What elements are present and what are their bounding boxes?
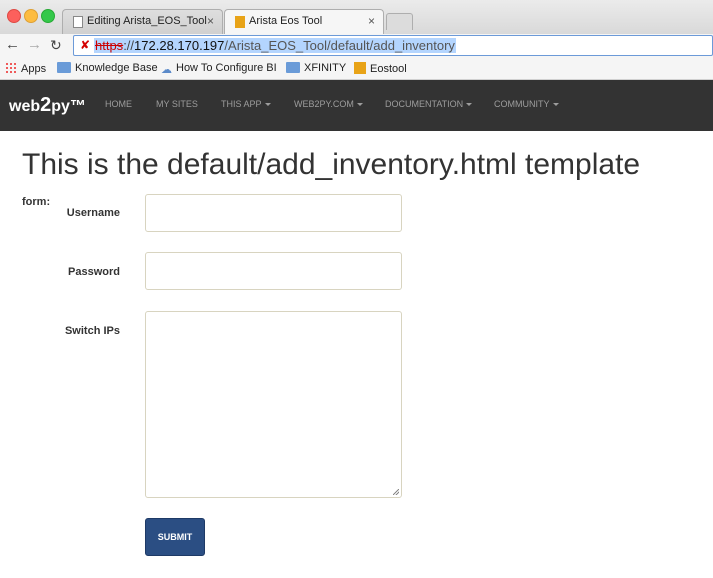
new-tab-button[interactable] bbox=[386, 13, 413, 30]
reload-icon[interactable]: ↻ bbox=[50, 37, 62, 54]
submit-button[interactable]: SUBMIT bbox=[145, 518, 205, 556]
nav-web2py-com[interactable]: WEB2PY.COM bbox=[294, 99, 363, 109]
tab-close-icon[interactable]: × bbox=[368, 14, 375, 28]
url-text[interactable]: https://172.28.170.197/Arista_EOS_Tool/d… bbox=[94, 38, 456, 53]
brand-prefix: web bbox=[9, 98, 41, 115]
tab-title: Arista Eos Tool bbox=[249, 15, 323, 27]
tab-title: Editing Arista_EOS_Tool bbox=[87, 15, 207, 27]
web2py-favicon-icon bbox=[235, 16, 245, 28]
nav-label: THIS APP bbox=[221, 99, 262, 109]
url-scheme: https bbox=[95, 38, 124, 53]
caret-down-icon bbox=[264, 103, 271, 107]
bookmark-label: How To Configure BI bbox=[176, 62, 277, 74]
brand-logo[interactable]: web2py™ bbox=[9, 94, 86, 117]
back-arrow-icon[interactable]: ← bbox=[5, 36, 20, 53]
page-title: This is the default/add_inventory.html t… bbox=[22, 148, 641, 181]
insecure-lock-icon[interactable]: ✘ bbox=[80, 39, 92, 52]
caret-down-icon bbox=[356, 103, 363, 107]
caret-down-icon bbox=[552, 103, 559, 107]
resize-handle-icon[interactable] bbox=[393, 489, 399, 495]
nav-documentation[interactable]: DOCUMENTATION bbox=[385, 99, 473, 109]
brand-suffix: py™ bbox=[51, 98, 86, 115]
window-minimize-button[interactable] bbox=[24, 9, 38, 23]
switch-ips-label: Switch IPs bbox=[64, 325, 120, 337]
site-navbar: web2py™ HOME MY SITES THIS APP WEB2PY.CO… bbox=[0, 80, 713, 131]
folder-icon bbox=[57, 62, 71, 73]
nav-my-sites[interactable]: MY SITES bbox=[156, 99, 198, 109]
bookmark-xfinity[interactable]: XFINITY bbox=[286, 62, 346, 74]
window-close-button[interactable] bbox=[7, 9, 21, 23]
nav-community[interactable]: COMMUNITY bbox=[494, 99, 559, 109]
nav-label: DOCUMENTATION bbox=[385, 99, 464, 109]
nav-label: COMMUNITY bbox=[494, 99, 550, 109]
address-bar[interactable]: ✘ https://172.28.170.197/Arista_EOS_Tool… bbox=[73, 35, 713, 56]
bookmark-label: Knowledge Base bbox=[75, 62, 158, 74]
nav-home[interactable]: HOME bbox=[105, 99, 132, 109]
folder-icon bbox=[286, 62, 300, 73]
nav-this-app[interactable]: THIS APP bbox=[221, 99, 271, 109]
brand-two: 2 bbox=[40, 94, 52, 116]
nav-label: MY SITES bbox=[156, 99, 198, 109]
nav-label: WEB2PY.COM bbox=[294, 99, 354, 109]
bookmark-label: Apps bbox=[21, 63, 47, 75]
web2py-favicon-icon bbox=[354, 62, 366, 74]
tab-editing-arista[interactable]: Editing Arista_EOS_Tool × bbox=[62, 9, 223, 34]
bookmarks-bar: Apps Knowledge Base ☁ How To Configure BI… bbox=[0, 58, 713, 80]
forward-arrow-icon[interactable]: → bbox=[27, 36, 42, 53]
password-label: Password bbox=[68, 266, 120, 278]
tab-arista-eos-tool[interactable]: Arista Eos Tool × bbox=[224, 9, 384, 34]
cloud-icon: ☁ bbox=[161, 64, 172, 76]
nav-label: HOME bbox=[105, 99, 132, 109]
url-path: /Arista_EOS_Tool/default/add_inventory bbox=[224, 38, 455, 53]
tab-close-icon[interactable]: × bbox=[207, 14, 214, 28]
url-host: 172.28.170.197 bbox=[134, 38, 225, 53]
password-input[interactable] bbox=[145, 252, 402, 290]
bookmark-label: Eostool bbox=[370, 63, 407, 75]
apps-grid-icon bbox=[5, 62, 17, 74]
bookmark-apps[interactable]: Apps bbox=[5, 62, 46, 75]
url-separator: :// bbox=[123, 38, 135, 53]
bookmark-knowledge-base[interactable]: Knowledge Base bbox=[57, 62, 158, 74]
bookmark-label: XFINITY bbox=[304, 62, 347, 74]
browser-toolbar: ← → ↻ ✘ https://172.28.170.197/Arista_EO… bbox=[0, 34, 713, 58]
bookmark-eostool[interactable]: Eostool bbox=[354, 62, 407, 75]
username-input[interactable] bbox=[145, 194, 402, 232]
username-label: Username bbox=[66, 207, 120, 219]
browser-titlebar: Editing Arista_EOS_Tool × Arista Eos Too… bbox=[0, 0, 713, 34]
switch-ips-textarea[interactable] bbox=[145, 311, 402, 498]
bookmark-how-to-configure[interactable]: ☁ How To Configure BI bbox=[161, 62, 277, 76]
window-maximize-button[interactable] bbox=[41, 9, 55, 23]
caret-down-icon bbox=[466, 103, 473, 107]
page-icon bbox=[73, 16, 83, 28]
